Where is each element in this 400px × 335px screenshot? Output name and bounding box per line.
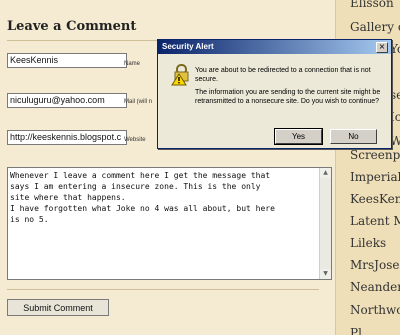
sidebar-link[interactable]: KeesKenni — [350, 192, 400, 206]
comment-text: Whenever I leave a comment here I get th… — [10, 171, 275, 224]
dialog-detail: The information you are sending to the c… — [195, 89, 381, 105]
sidebar-link[interactable]: Latent Ma — [350, 214, 400, 228]
dialog-title: Security Alert — [162, 42, 214, 51]
close-icon[interactable]: × — [376, 42, 388, 53]
website-label: Website — [124, 137, 146, 143]
no-button[interactable]: No — [330, 129, 377, 144]
comment-textarea[interactable]: Whenever I leave a comment here I get th… — [7, 167, 332, 280]
sidebar-link[interactable]: Northwoo — [350, 303, 400, 317]
submit-comment-button[interactable]: Submit Comment — [7, 299, 109, 316]
scroll-down-icon[interactable]: ▼ — [320, 269, 331, 279]
name-label: Name — [124, 61, 141, 67]
dialog-titlebar[interactable]: Security Alert × — [158, 40, 391, 54]
sidebar-link[interactable]: Pl — [350, 326, 362, 335]
name-field[interactable]: KeesKennis — [7, 53, 127, 68]
dialog-message: You are about to be redirected to a conn… — [195, 67, 371, 83]
form-divider — [7, 289, 319, 290]
mail-label: Mail (will n — [124, 99, 153, 105]
sidebar-link[interactable]: Elisson — [350, 0, 394, 10]
scroll-up-icon[interactable]: ▲ — [320, 168, 331, 178]
textarea-scrollbar[interactable]: ▲ ▼ — [319, 168, 331, 279]
sidebar-link[interactable]: Lileks — [350, 236, 386, 250]
sidebar-link[interactable]: MrsJoseG — [350, 258, 400, 272]
sidebar-link[interactable]: Imperial C — [350, 170, 400, 184]
sidebar-link[interactable]: Neanderpu — [350, 280, 400, 294]
email-field[interactable]: niculuguru@yahoo.com — [7, 93, 127, 108]
security-alert-dialog: Security Alert × You are about to be red… — [157, 39, 392, 149]
page-title: Leave a Comment — [7, 19, 137, 34]
yes-button[interactable]: Yes — [274, 128, 323, 145]
website-field[interactable]: http://keeskennis.blogspot.c — [7, 130, 127, 145]
sidebar-link[interactable]: Gallery of — [350, 20, 400, 34]
warning-lock-icon — [171, 64, 191, 90]
sidebar-link[interactable]: Screenplay — [350, 148, 400, 162]
